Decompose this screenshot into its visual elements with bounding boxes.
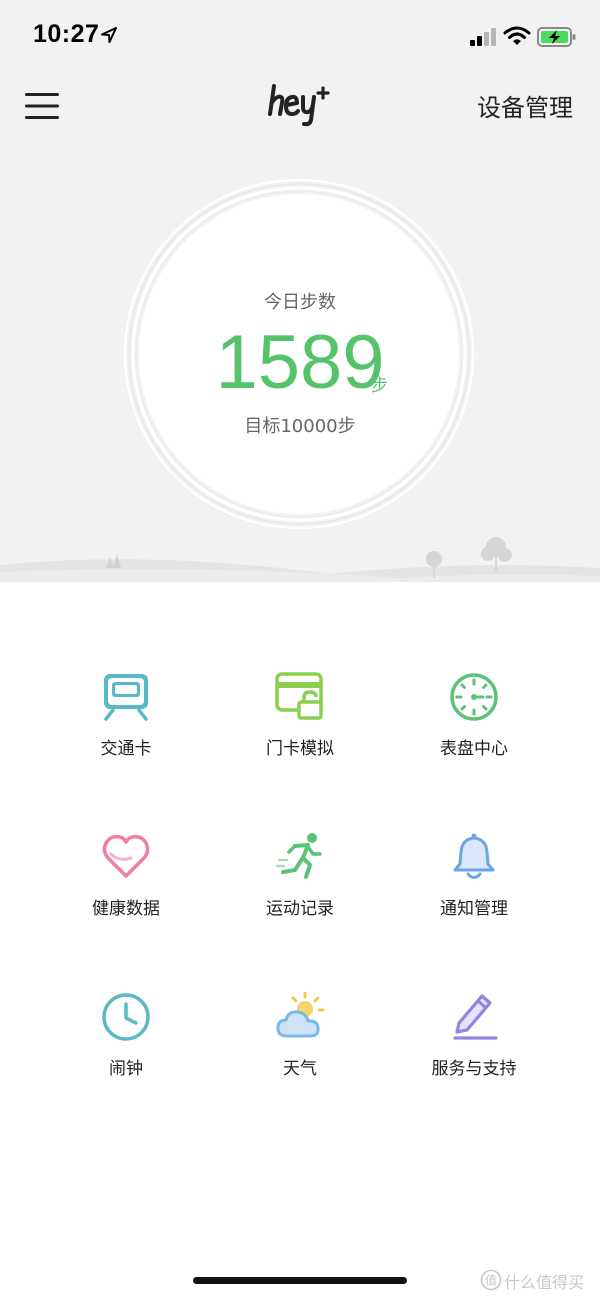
access-card-icon (275, 672, 323, 720)
steps-value: 1589 (215, 320, 385, 405)
steps-title: 今日步数 (264, 292, 336, 313)
status-bar: 10:27 (0, 0, 600, 70)
feature-label: 交通卡 (100, 739, 152, 759)
feature-transit-card[interactable]: 交通卡 (26, 672, 226, 802)
feature-label: 门卡模拟 (266, 739, 334, 759)
watermark: 值 什么值得买 (478, 1267, 596, 1293)
feature-label: 通知管理 (440, 899, 508, 919)
steps-goal: 目标10000步 (244, 416, 356, 437)
heart-icon (102, 834, 150, 878)
svg-text:值: 值 (485, 1273, 497, 1288)
battery-charging-icon (537, 27, 576, 47)
status-time: 10:27 (33, 20, 100, 48)
wifi-icon (503, 26, 531, 45)
weather-icon (276, 992, 325, 1038)
location-arrow-icon (101, 27, 117, 43)
feature-notification-management[interactable]: 通知管理 (374, 832, 574, 962)
landscape-illustration (0, 537, 600, 582)
watch-face-icon (450, 673, 498, 721)
home-indicator[interactable] (193, 1277, 407, 1284)
train-icon (104, 674, 148, 721)
hamburger-icon (25, 93, 59, 119)
feature-weather[interactable]: 天气 (200, 992, 400, 1122)
watermark-text: 什么值得买 (504, 1273, 585, 1292)
header-area: 10:27 设备管理 今日步数 1589 步 目标10000步 (0, 0, 600, 582)
feature-alarm[interactable]: 闹钟 (26, 992, 226, 1122)
watermark-logo-icon: 值 (480, 1269, 502, 1291)
feature-label: 表盘中心 (440, 739, 508, 759)
running-icon (275, 833, 322, 879)
feature-access-card[interactable]: 门卡模拟 (200, 672, 400, 802)
feature-health-data[interactable]: 健康数据 (26, 832, 226, 962)
feature-service-support[interactable]: 服务与支持 (374, 992, 574, 1122)
cellular-signal-icon (470, 28, 496, 46)
feature-exercise-record[interactable]: 运动记录 (200, 832, 400, 962)
feature-label: 运动记录 (266, 899, 334, 919)
feature-label: 天气 (283, 1059, 317, 1079)
feature-label: 健康数据 (92, 899, 160, 919)
clock-icon (102, 993, 150, 1041)
feature-watch-face[interactable]: 表盘中心 (374, 672, 574, 802)
menu-button[interactable] (22, 90, 62, 122)
feature-label: 服务与支持 (431, 1059, 517, 1079)
feature-label: 闹钟 (109, 1059, 143, 1079)
bell-icon (453, 833, 495, 879)
hey-plus-logo (268, 84, 330, 127)
device-management-link[interactable]: 设备管理 (477, 88, 573, 123)
steps-unit: 步 (371, 376, 388, 396)
edit-pencil-icon (453, 994, 498, 1040)
